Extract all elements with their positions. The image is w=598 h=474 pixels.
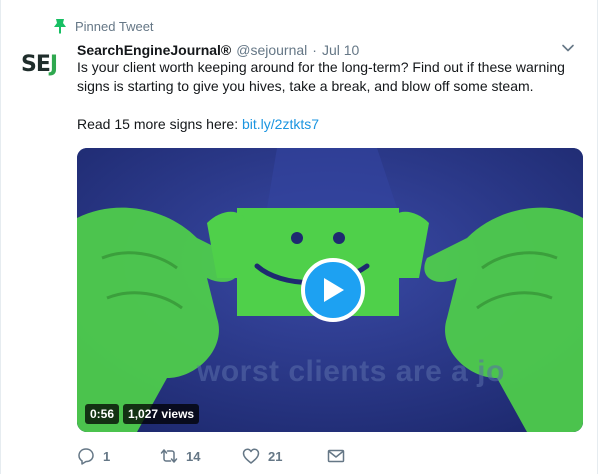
reply-icon xyxy=(78,448,94,465)
pin-icon xyxy=(54,19,66,34)
tweet-paragraph-1: Is your client worth keeping around for … xyxy=(77,59,569,94)
avatar[interactable]: SEJ xyxy=(21,50,69,78)
video-player[interactable]: worst clients are a jo 0:56 1,027 views xyxy=(77,148,583,432)
avatar-logo-accent: J xyxy=(49,51,58,77)
tweet-card[interactable]: Pinned Tweet SEJ SearchEngineJournal® @s… xyxy=(0,0,598,474)
video-views: 1,027 views xyxy=(123,404,200,424)
tweet-actions: 1 14 21 xyxy=(77,447,357,465)
separator-dot: · xyxy=(312,42,317,58)
tweet-link[interactable]: bit.ly/2ztkts7 xyxy=(242,116,319,132)
like-count: 21 xyxy=(268,448,283,464)
reply-count: 1 xyxy=(103,448,111,464)
pinned-tweet-label: Pinned Tweet xyxy=(53,18,154,34)
tweet-date[interactable]: Jul 10 xyxy=(322,42,359,58)
author-name[interactable]: SearchEngineJournal® xyxy=(77,42,231,58)
retweet-count: 14 xyxy=(186,448,201,464)
avatar-logo-main: SE xyxy=(21,51,51,77)
envelope-icon xyxy=(327,449,345,463)
chevron-down-icon[interactable] xyxy=(561,41,575,55)
direct-message-button[interactable] xyxy=(327,447,357,465)
heart-icon xyxy=(242,448,260,464)
avatar-logo: SEJ xyxy=(21,51,58,77)
tweet-paragraph-2: Read 15 more signs here: xyxy=(77,116,242,132)
tweet-header: SearchEngineJournal® @sejournal · Jul 10 xyxy=(77,40,575,60)
reply-button[interactable]: 1 xyxy=(77,447,160,465)
video-stats: 0:56 1,027 views xyxy=(85,404,200,424)
video-overlay-text: worst clients are a jo xyxy=(197,355,505,388)
tweet-text: Is your client worth keeping around for … xyxy=(77,58,582,134)
like-button[interactable]: 21 xyxy=(242,447,327,465)
play-icon xyxy=(324,278,344,302)
retweet-button[interactable]: 14 xyxy=(160,447,242,465)
author-handle[interactable]: @sejournal xyxy=(236,42,307,58)
play-button[interactable] xyxy=(301,258,365,322)
pinned-text: Pinned Tweet xyxy=(75,18,154,34)
retweet-icon xyxy=(160,449,178,463)
video-duration: 0:56 xyxy=(85,404,120,424)
